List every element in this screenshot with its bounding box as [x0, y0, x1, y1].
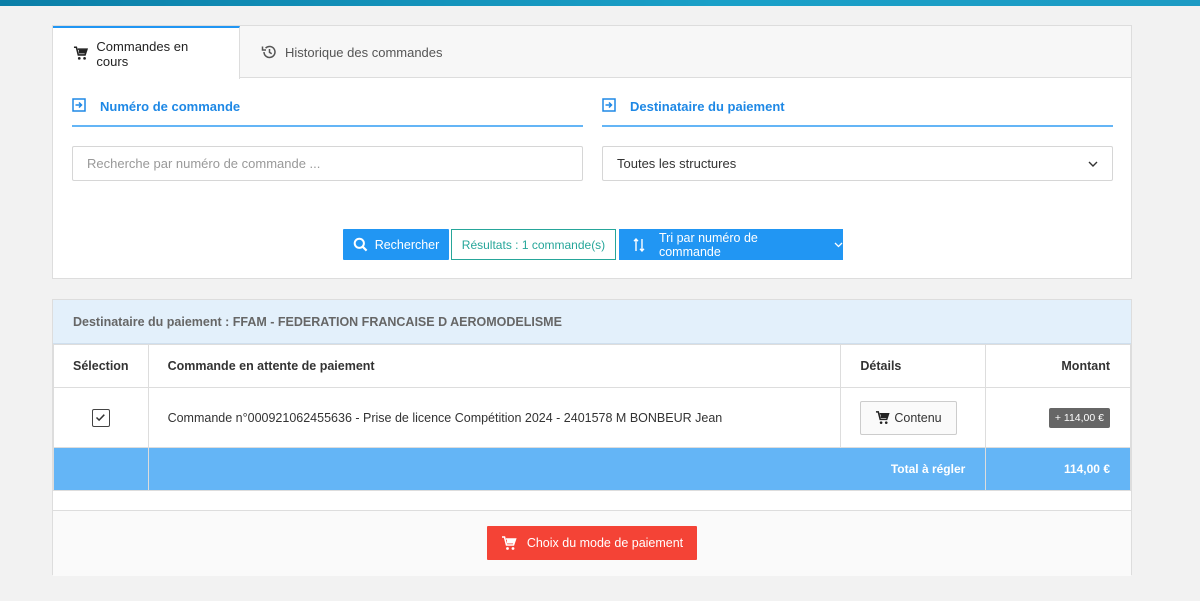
sign-in-icon [72, 98, 86, 112]
recipient-header: Destinataire du paiement : FFAM - FEDERA… [53, 300, 1131, 344]
order-description: Commande n°000921062455636 - Prise de li… [147, 387, 842, 448]
content-button[interactable]: Contenu [860, 400, 957, 435]
order-number-input[interactable] [72, 146, 583, 181]
payment-method-button[interactable]: Choix du mode de paiement [487, 526, 697, 560]
recipient-select[interactable]: Toutes les structures [602, 146, 1113, 181]
total-empty-cell [53, 447, 149, 491]
column-header-amount: Montant [985, 344, 1131, 388]
amount-badge: + 114,00 € [1048, 407, 1110, 428]
search-panel: Commandes en cours Historique des comman… [52, 25, 1132, 279]
table-header-row: Sélection Commande en attente de paiemen… [53, 344, 1131, 388]
tab-order-history[interactable]: Historique des commandes [241, 26, 463, 78]
payment-footer: Choix du mode de paiement [53, 510, 1131, 576]
cart-icon [501, 535, 517, 550]
search-button[interactable]: Rechercher [343, 229, 449, 260]
orders-panel: Destinataire du paiement : FFAM - FEDERA… [52, 299, 1132, 576]
recipient-select-value: Toutes les structures [617, 156, 737, 171]
recipient-title: Destinataire du paiement [602, 96, 1113, 127]
orders-table: Sélection Commande en attente de paiemen… [53, 344, 1131, 491]
order-number-title: Numéro de commande [72, 96, 583, 127]
tab-current-orders[interactable]: Commandes en cours [53, 26, 240, 79]
column-header-order: Commande en attente de paiement [147, 344, 842, 388]
results-count-badge: Résultats : 1 commande(s) [451, 229, 616, 260]
column-header-details: Détails [840, 344, 987, 388]
column-header-selection: Sélection [53, 344, 149, 388]
chevron-down-icon [834, 242, 843, 247]
amount-cell: + 114,00 € [985, 387, 1131, 448]
total-row: Total à régler 114,00 € [53, 447, 1131, 491]
check-icon [95, 413, 105, 421]
details-cell: Contenu [840, 387, 987, 448]
table-row: Commande n°000921062455636 - Prise de li… [53, 387, 1131, 448]
search-icon [353, 237, 368, 252]
cart-icon [876, 410, 890, 424]
selection-cell [53, 387, 149, 448]
tab-bar: Commandes en cours Historique des comman… [53, 26, 1131, 79]
tab-label: Commandes en cours [96, 38, 189, 69]
history-icon [261, 45, 276, 59]
tab-label: Historique des commandes [285, 44, 443, 60]
total-value: 114,00 € [985, 447, 1131, 491]
cart-icon [73, 46, 89, 60]
chevron-down-icon [1088, 161, 1098, 167]
total-label: Total à régler [147, 447, 987, 491]
top-accent-bar [0, 0, 1200, 6]
sort-dropdown-button[interactable]: Tri par numéro de commande [619, 229, 843, 260]
order-checkbox[interactable] [91, 408, 110, 427]
sign-in-icon [602, 98, 616, 112]
sort-icon [633, 237, 645, 252]
